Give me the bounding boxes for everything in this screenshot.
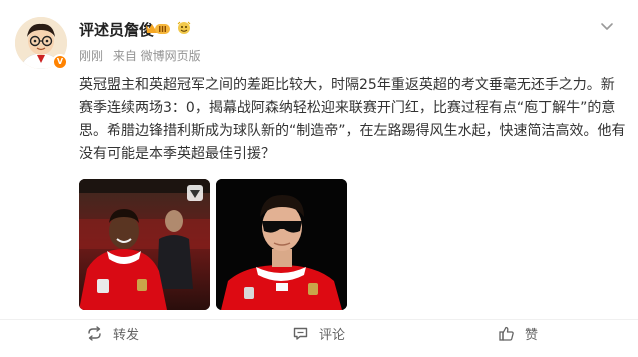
post-image-1[interactable] [79,179,210,310]
comment-label: 评论 [319,327,346,343]
post-time[interactable]: 刚刚 [79,49,103,63]
comment-button[interactable]: 评论 [292,323,345,343]
repost-button[interactable]: 转发 [86,323,139,343]
thumbs-up-icon [499,326,514,341]
footer-divider [0,319,638,320]
member-level-text: III [158,25,167,34]
repost-icon [88,325,101,341]
post-content: 英冠盟主和英超冠军之间的差距比较大，时隔25年重返英超的考文垂毫无还手之力。新赛… [79,77,626,162]
arsenal-player-photo [79,179,210,310]
weibo-post-card: V 评述员詹俊 III 刚刚 来自 微博网页版 英冠盟主和英超冠军之间的差距比较… [0,0,638,357]
post-image-2[interactable] [216,179,347,310]
verified-badge: V [52,54,68,70]
chevron-down-icon[interactable] [598,17,616,35]
member-level-badge[interactable]: III [143,21,171,37]
like-button[interactable]: 赞 [498,323,538,343]
post-source: 来自 微博网页版 [112,49,201,63]
comment-icon [293,327,308,340]
fan-badge-icon[interactable] [176,20,192,36]
like-label: 赞 [525,327,539,343]
arsenal-player-sunglasses-photo [216,179,347,310]
post-meta: 刚刚 来自 微博网页版 [79,47,207,64]
repost-label: 转发 [113,327,140,343]
